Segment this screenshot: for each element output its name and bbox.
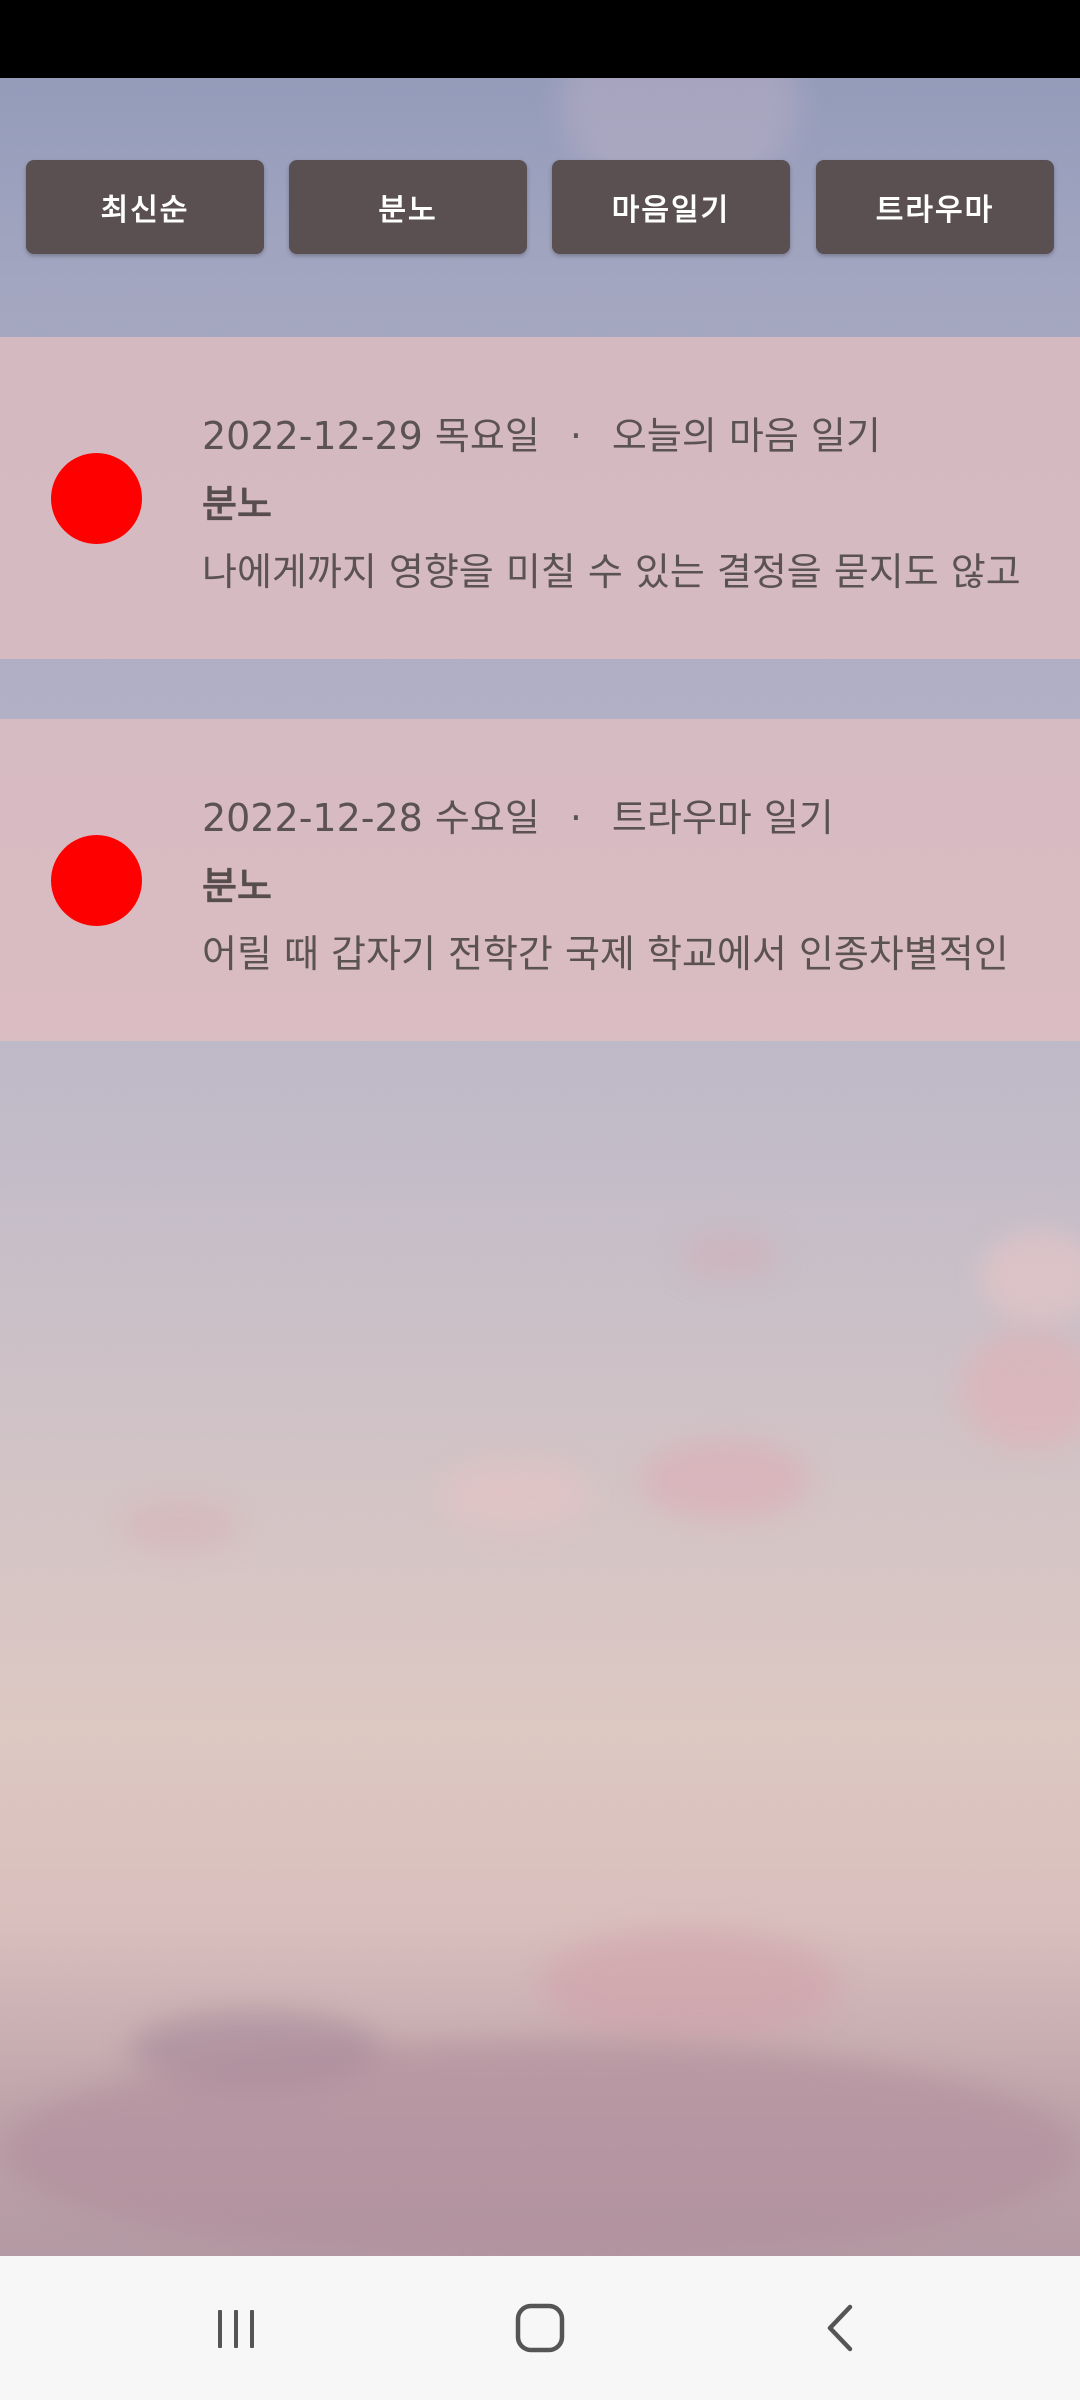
entry-meta: 2022-12-28 수요일 · 트라우마 일기: [202, 787, 834, 842]
entry-meta: 2022-12-29 목요일 · 오늘의 마음 일기: [202, 405, 881, 460]
background-cloud: [540, 1930, 840, 2040]
background-cloud: [960, 1330, 1080, 1450]
system-navigation-bar: [0, 2256, 1080, 2400]
entry-emotion: 분노: [202, 864, 272, 908]
entry-date: 2022-12-29 목요일: [202, 414, 540, 458]
entry-diary-type: 오늘의 마음 일기: [611, 414, 881, 458]
background-cloud: [980, 1230, 1080, 1320]
diary-entry-card[interactable]: 2022-12-29 목요일 · 오늘의 마음 일기 분노 나에게까지 영향을 미칠…: [0, 337, 1080, 659]
background-cloud: [0, 2040, 1080, 2260]
filter-bar: 최신순 분노 마음일기 트라우마: [0, 160, 1080, 256]
recent-apps-icon: [218, 2310, 254, 2348]
entry-diary-type: 트라우마 일기: [611, 796, 834, 840]
filter-button-mind-diary[interactable]: 마음일기: [552, 160, 790, 254]
meta-separator: ·: [569, 796, 582, 840]
background-cloud: [640, 1440, 810, 1520]
back-button[interactable]: [797, 2288, 887, 2368]
meta-separator: ·: [569, 414, 582, 458]
home-button[interactable]: [495, 2288, 585, 2368]
entry-preview: 나에게까지 영향을 미칠 수 있는 결정을 묻지도 않고: [202, 550, 1021, 594]
emotion-color-dot: [51, 835, 142, 926]
entry-preview: 어릴 때 갑자기 전학간 국제 학교에서 인종차별적인: [202, 932, 1009, 976]
filter-button-latest[interactable]: 최신순: [26, 160, 264, 254]
background-cloud: [440, 1460, 590, 1530]
filter-button-trauma[interactable]: 트라우마: [816, 160, 1054, 254]
entry-emotion: 분노: [202, 482, 272, 526]
background-cloud: [120, 1500, 240, 1550]
entry-date: 2022-12-28 수요일: [202, 796, 540, 840]
back-icon: [827, 2304, 853, 2352]
status-bar: [0, 0, 1080, 78]
recent-apps-button[interactable]: [191, 2288, 281, 2368]
filter-button-anger[interactable]: 분노: [289, 160, 527, 254]
home-icon: [515, 2303, 565, 2353]
emotion-color-dot: [51, 453, 142, 544]
background-cloud: [680, 1230, 780, 1280]
diary-entry-card[interactable]: 2022-12-28 수요일 · 트라우마 일기 분노 어릴 때 갑자기 전학간 국…: [0, 719, 1080, 1041]
